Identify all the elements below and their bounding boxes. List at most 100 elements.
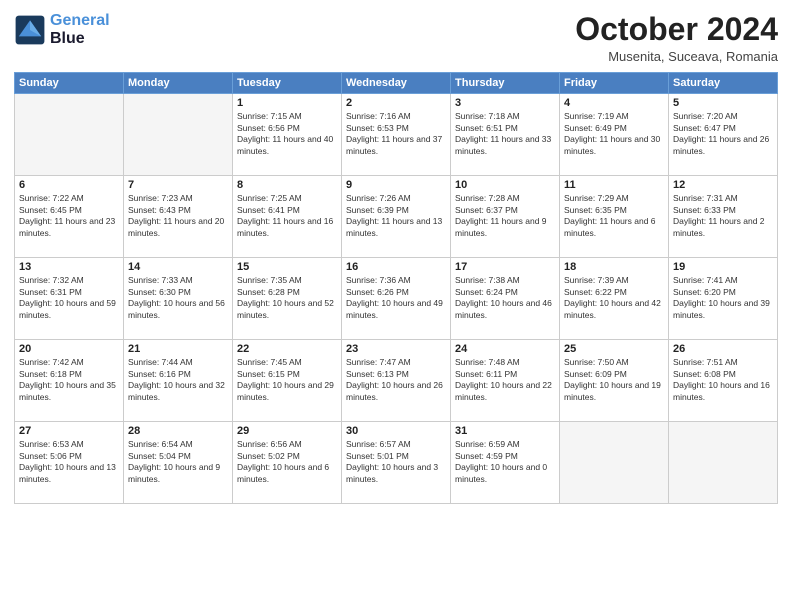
day-info: Sunrise: 7:45 AMSunset: 6:15 PMDaylight:… — [237, 357, 337, 403]
day-info: Sunrise: 6:57 AMSunset: 5:01 PMDaylight:… — [346, 439, 446, 485]
week-row-5: 27 Sunrise: 6:53 AMSunset: 5:06 PMDayligh… — [15, 422, 778, 504]
day-info: Sunrise: 7:29 AMSunset: 6:35 PMDaylight:… — [564, 193, 664, 239]
day-number: 15 — [237, 261, 337, 273]
day-number: 19 — [673, 261, 773, 273]
day-number: 16 — [346, 261, 446, 273]
day-cell: 10 Sunrise: 7:28 AMSunset: 6:37 PMDayligh… — [451, 176, 560, 258]
header-tuesday: Tuesday — [233, 73, 342, 94]
day-info: Sunrise: 7:42 AMSunset: 6:18 PMDaylight:… — [19, 357, 119, 403]
day-number: 31 — [455, 425, 555, 437]
day-cell: 17Sunrise: 7:38 AMSunset: 6:24 PMDayligh… — [451, 258, 560, 340]
day-info: Sunrise: 7:47 AMSunset: 6:13 PMDaylight:… — [346, 357, 446, 403]
header-row: SundayMondayTuesdayWednesdayThursdayFrid… — [15, 73, 778, 94]
day-number: 23 — [346, 343, 446, 355]
day-number: 24 — [455, 343, 555, 355]
day-number: 6 — [19, 179, 119, 191]
day-cell: 29 Sunrise: 6:56 AMSunset: 5:02 PMDayligh… — [233, 422, 342, 504]
day-cell: 24 Sunrise: 7:48 AMSunset: 6:11 PMDayligh… — [451, 340, 560, 422]
day-cell: 15 Sunrise: 7:35 AMSunset: 6:28 PMDayligh… — [233, 258, 342, 340]
day-info: Sunrise: 7:50 AMSunset: 6:09 PMDaylight:… — [564, 357, 664, 403]
title-block: October 2024 Musenita, Suceava, Romania — [575, 12, 778, 64]
day-cell: 11 Sunrise: 7:29 AMSunset: 6:35 PMDayligh… — [560, 176, 669, 258]
day-cell: 22 Sunrise: 7:45 AMSunset: 6:15 PMDayligh… — [233, 340, 342, 422]
day-info: Sunrise: 7:15 AMSunset: 6:56 PMDaylight:… — [237, 111, 337, 157]
day-info: Sunrise: 7:22 AMSunset: 6:45 PMDaylight:… — [19, 193, 119, 239]
day-number: 14 — [128, 261, 228, 273]
day-cell: 20Sunrise: 7:42 AMSunset: 6:18 PMDayligh… — [15, 340, 124, 422]
day-number: 28 — [128, 425, 228, 437]
day-info: Sunrise: 7:33 AMSunset: 6:30 PMDaylight:… — [128, 275, 228, 321]
day-number: 29 — [237, 425, 337, 437]
day-info: Sunrise: 7:26 AMSunset: 6:39 PMDaylight:… — [346, 193, 446, 239]
header: General Blue October 2024 Musenita, Suce… — [14, 12, 778, 64]
day-info: Sunrise: 6:56 AMSunset: 5:02 PMDaylight:… — [237, 439, 337, 485]
day-cell: 27 Sunrise: 6:53 AMSunset: 5:06 PMDayligh… — [15, 422, 124, 504]
day-number: 13 — [19, 261, 119, 273]
day-cell: 26 Sunrise: 7:51 AMSunset: 6:08 PMDayligh… — [669, 340, 778, 422]
day-cell: 23 Sunrise: 7:47 AMSunset: 6:13 PMDayligh… — [342, 340, 451, 422]
day-number: 7 — [128, 179, 228, 191]
day-cell: 25Sunrise: 7:50 AMSunset: 6:09 PMDayligh… — [560, 340, 669, 422]
logo-text: General Blue — [50, 12, 110, 47]
day-info: Sunrise: 7:35 AMSunset: 6:28 PMDaylight:… — [237, 275, 337, 321]
week-row-1: 1 Sunrise: 7:15 AMSunset: 6:56 PMDaylight… — [15, 94, 778, 176]
day-info: Sunrise: 6:53 AMSunset: 5:06 PMDaylight:… — [19, 439, 119, 485]
day-number: 11 — [564, 179, 664, 191]
day-cell: 21Sunrise: 7:44 AMSunset: 6:16 PMDayligh… — [124, 340, 233, 422]
day-number: 10 — [455, 179, 555, 191]
week-row-2: 6 Sunrise: 7:22 AMSunset: 6:45 PMDaylight… — [15, 176, 778, 258]
logo-blue: Blue — [50, 30, 110, 48]
day-cell: 18Sunrise: 7:39 AMSunset: 6:22 PMDayligh… — [560, 258, 669, 340]
week-row-4: 20Sunrise: 7:42 AMSunset: 6:18 PMDayligh… — [15, 340, 778, 422]
calendar-table: SundayMondayTuesdayWednesdayThursdayFrid… — [14, 72, 778, 504]
month-title: October 2024 — [575, 12, 778, 47]
day-info: Sunrise: 7:28 AMSunset: 6:37 PMDaylight:… — [455, 193, 555, 239]
day-number: 12 — [673, 179, 773, 191]
day-info: Sunrise: 7:25 AMSunset: 6:41 PMDaylight:… — [237, 193, 337, 239]
header-sunday: Sunday — [15, 73, 124, 94]
day-info: Sunrise: 6:54 AMSunset: 5:04 PMDaylight:… — [128, 439, 228, 485]
page: General Blue October 2024 Musenita, Suce… — [0, 0, 792, 612]
day-cell: 8 Sunrise: 7:25 AMSunset: 6:41 PMDaylight… — [233, 176, 342, 258]
day-cell: 13Sunrise: 7:32 AMSunset: 6:31 PMDayligh… — [15, 258, 124, 340]
location: Musenita, Suceava, Romania — [575, 49, 778, 64]
day-cell: 19 Sunrise: 7:41 AMSunset: 6:20 PMDayligh… — [669, 258, 778, 340]
day-number: 1 — [237, 97, 337, 109]
day-info: Sunrise: 7:19 AMSunset: 6:49 PMDaylight:… — [564, 111, 664, 157]
day-cell — [15, 94, 124, 176]
day-cell: 7 Sunrise: 7:23 AMSunset: 6:43 PMDaylight… — [124, 176, 233, 258]
day-info: Sunrise: 7:41 AMSunset: 6:20 PMDaylight:… — [673, 275, 773, 321]
day-number: 3 — [455, 97, 555, 109]
day-number: 9 — [346, 179, 446, 191]
day-number: 22 — [237, 343, 337, 355]
day-cell: 1 Sunrise: 7:15 AMSunset: 6:56 PMDaylight… — [233, 94, 342, 176]
header-saturday: Saturday — [669, 73, 778, 94]
day-cell: 2Sunrise: 7:16 AMSunset: 6:53 PMDaylight… — [342, 94, 451, 176]
day-number: 30 — [346, 425, 446, 437]
day-number: 17 — [455, 261, 555, 273]
day-cell: 6 Sunrise: 7:22 AMSunset: 6:45 PMDaylight… — [15, 176, 124, 258]
day-cell: 14 Sunrise: 7:33 AMSunset: 6:30 PMDayligh… — [124, 258, 233, 340]
day-number: 5 — [673, 97, 773, 109]
day-number: 26 — [673, 343, 773, 355]
day-number: 4 — [564, 97, 664, 109]
day-cell: 16Sunrise: 7:36 AMSunset: 6:26 PMDayligh… — [342, 258, 451, 340]
day-info: Sunrise: 6:59 AMSunset: 4:59 PMDaylight:… — [455, 439, 555, 485]
header-wednesday: Wednesday — [342, 73, 451, 94]
day-info: Sunrise: 7:20 AMSunset: 6:47 PMDaylight:… — [673, 111, 773, 157]
logo: General Blue — [14, 12, 110, 47]
day-cell — [669, 422, 778, 504]
day-cell: 9 Sunrise: 7:26 AMSunset: 6:39 PMDaylight… — [342, 176, 451, 258]
week-row-3: 13Sunrise: 7:32 AMSunset: 6:31 PMDayligh… — [15, 258, 778, 340]
day-number: 27 — [19, 425, 119, 437]
day-number: 8 — [237, 179, 337, 191]
header-friday: Friday — [560, 73, 669, 94]
day-info: Sunrise: 7:23 AMSunset: 6:43 PMDaylight:… — [128, 193, 228, 239]
day-cell — [560, 422, 669, 504]
day-number: 21 — [128, 343, 228, 355]
day-number: 2 — [346, 97, 446, 109]
day-info: Sunrise: 7:39 AMSunset: 6:22 PMDaylight:… — [564, 275, 664, 321]
day-cell: 31 Sunrise: 6:59 AMSunset: 4:59 PMDayligh… — [451, 422, 560, 504]
day-info: Sunrise: 7:48 AMSunset: 6:11 PMDaylight:… — [455, 357, 555, 403]
day-info: Sunrise: 7:51 AMSunset: 6:08 PMDaylight:… — [673, 357, 773, 403]
